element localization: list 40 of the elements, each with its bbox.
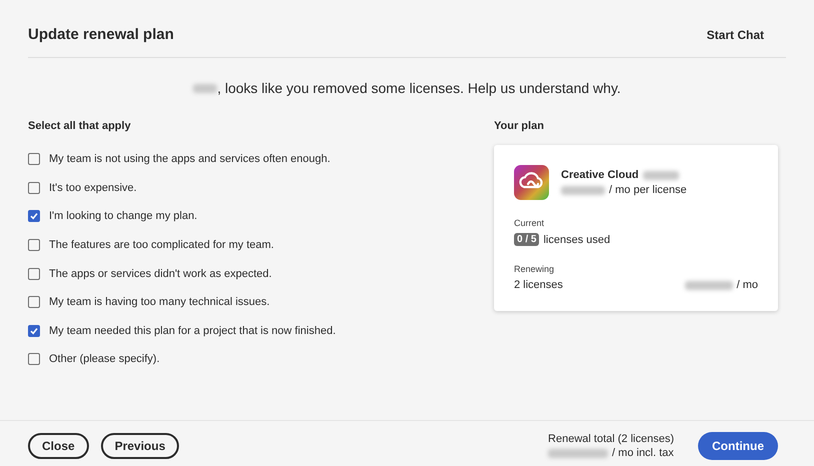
close-button[interactable]: Close [28,433,89,459]
checkbox-label: The features are too complicated for my team. [49,239,274,252]
section-heading: Select all that apply [28,120,132,132]
redacted-name [193,84,218,92]
checkbox[interactable] [28,210,40,222]
checkbox-label: It's too expensive. [49,182,137,194]
checkbox-label: My team is having too many technical issues. [49,296,270,308]
intro-message: , looks like you removed some licenses. Help us understand why. [217,80,621,96]
total-label: Renewal total (2 licenses) [548,433,674,445]
previous-button[interactable]: Previous [100,433,180,459]
checkbox-label: My team needed this plan for a project that is now finished. [49,324,336,337]
redacted-price [561,186,605,194]
price-text: / mo per license [609,184,687,196]
checkbox[interactable] [28,353,40,366]
checkbox[interactable] [28,239,40,252]
price-text: / mo [736,279,758,291]
checkbox[interactable] [28,324,40,337]
app-logo-icon [514,165,549,200]
continue-button[interactable]: Continue [698,432,778,460]
checkbox-label: My team is not using the apps and services often enough. [49,153,330,166]
checkbox-label: Other (please specify). [49,353,160,366]
usage-text: licenses used [543,234,610,246]
usage-badge: 0 / 5 [514,233,540,246]
renewing-label: Renewing [514,264,556,274]
total-price-text: / mo incl. tax [612,447,674,459]
checkbox-label: The apps or services didn't work as expected. [49,268,272,280]
dialog-title: Update renewal plan [28,26,174,43]
checkbox[interactable] [28,268,40,280]
product-name: Creative Cloud [561,169,639,181]
checkbox[interactable] [28,153,40,166]
redacted-text [642,170,679,180]
checkbox[interactable] [28,296,40,308]
start-chat-link[interactable]: Start Chat [706,28,764,42]
redacted-price [684,280,733,290]
current-label: Current [514,218,546,228]
checkbox-label: I'm looking to change my plan. [49,210,198,222]
renewing-count: 2 licenses [514,279,563,291]
checkbox[interactable] [28,182,40,194]
redacted-price [548,448,608,458]
section-heading: Your plan [494,120,545,132]
